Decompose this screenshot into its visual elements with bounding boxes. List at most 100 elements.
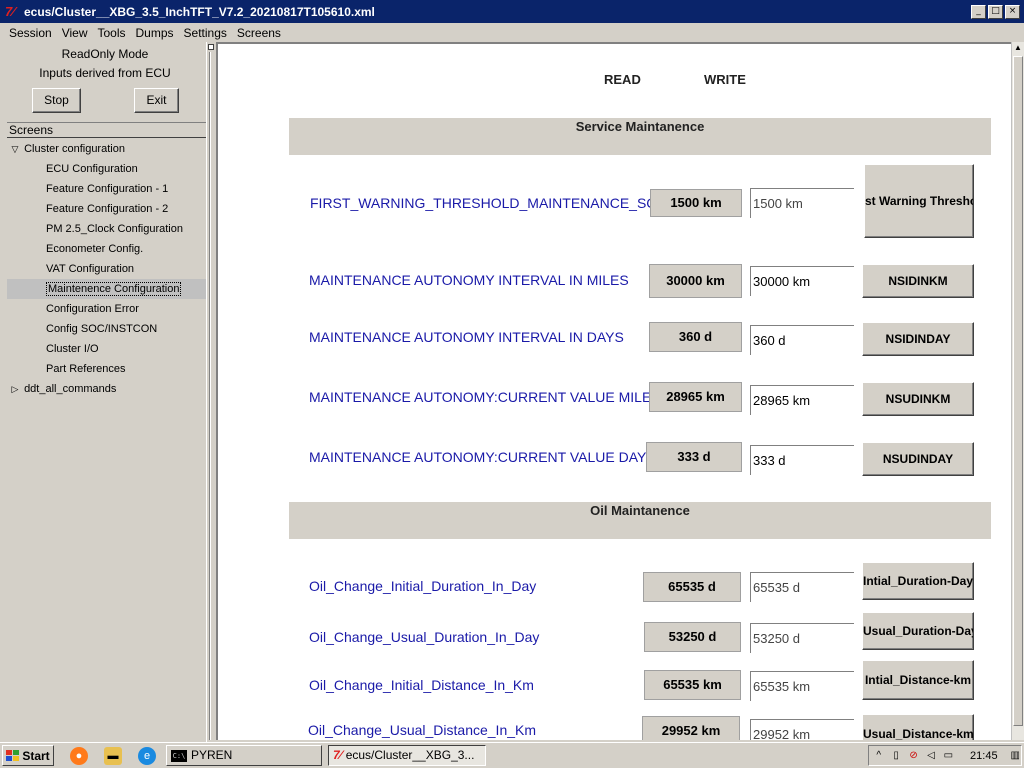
write-button[interactable]: Usual_Distance-km — [862, 714, 974, 740]
tree-item-config-soc-instcon[interactable]: Config SOC/INSTCON — [46, 319, 157, 339]
read-value: 28965 km — [649, 382, 742, 412]
tree-item-clock-configuration[interactable]: PM 2.5_Clock Configuration — [46, 219, 183, 239]
network-disconnected-icon[interactable]: ⊘ — [908, 749, 919, 763]
window-title: ecus/Cluster__XBG_3.5_InchTFT_V7.2_20210… — [24, 4, 375, 19]
tree-item-econometer-config[interactable]: Econometer Config. — [46, 239, 143, 259]
param-label: MAINTENANCE AUTONOMY:CURRENT VALUE MILES — [309, 389, 649, 405]
write-button[interactable]: Usual_Duration-Day — [862, 612, 974, 650]
menu-dumps[interactable]: Dumps — [131, 26, 179, 40]
menu-bar: Session View Tools Dumps Settings Screen… — [0, 23, 1024, 42]
read-value: 360 d — [649, 322, 742, 352]
inputs-source-label: Inputs derived from ECU — [39, 66, 171, 80]
write-input[interactable]: 65535 km — [750, 671, 854, 701]
minimize-button[interactable]: _ — [971, 4, 986, 19]
firefox-icon[interactable]: ● — [70, 747, 88, 765]
safely-remove-hardware-icon[interactable]: ▯ — [890, 749, 901, 763]
service-maintanence-section: Service Maintanence — [289, 118, 991, 155]
write-input[interactable]: 333 d — [750, 445, 854, 475]
maximize-button[interactable]: □ — [988, 4, 1003, 19]
write-input[interactable]: 30000 km — [750, 266, 854, 296]
section-title: Service Maintanence — [575, 119, 705, 134]
write-button[interactable]: NSIDINKM — [862, 264, 974, 298]
menu-tools[interactable]: Tools — [93, 26, 131, 40]
param-label: FIRST_WARNING_THRESHOLD_MAINTENANCE_SCHE… — [310, 195, 650, 211]
menu-view[interactable]: View — [57, 26, 93, 40]
file-explorer-icon[interactable]: ▬ — [104, 747, 122, 765]
tree-item-maintenence-configuration[interactable]: Maintenence Configuration — [7, 279, 206, 299]
panel-splitter[interactable] — [206, 42, 216, 742]
scroll-thumb[interactable] — [1013, 56, 1023, 726]
write-input[interactable]: 28965 km — [750, 385, 854, 415]
show-desktop-icon[interactable]: ▥ — [1010, 749, 1021, 763]
menu-session[interactable]: Session — [4, 26, 57, 40]
power-icon[interactable]: ▭ — [943, 749, 954, 763]
read-value: 30000 km — [649, 264, 742, 298]
volume-muted-icon[interactable]: ◁ — [925, 749, 936, 763]
param-label: Oil_Change_Initial_Duration_In_Day — [309, 578, 537, 594]
write-input[interactable]: 29952 km — [750, 719, 854, 740]
write-input[interactable]: 53250 d — [750, 623, 854, 653]
exit-button[interactable]: Exit — [134, 88, 179, 113]
read-value: 29952 km — [642, 716, 740, 740]
tree-item-ecu-configuration[interactable]: ECU Configuration — [46, 159, 138, 179]
tree-item-configuration-error[interactable]: Configuration Error — [46, 299, 139, 319]
read-value: 53250 d — [644, 622, 741, 652]
write-button[interactable]: NSIDINDAY — [862, 322, 974, 356]
clock[interactable]: 21:45 — [970, 750, 998, 762]
tree-item-part-references[interactable]: Part References — [46, 359, 125, 379]
collapse-toggle-icon[interactable]: ▷ — [9, 379, 21, 399]
task-pyren[interactable]: C:\ PYREN — [166, 745, 322, 766]
taskbar: Start ● ▬ e C:\ PYREN 7⁄ ecus/Cluster__X… — [0, 742, 1024, 768]
tree-item-ddt-all-commands[interactable]: ▷ ddt_all_commands — [9, 379, 117, 399]
param-label: Oil_Change_Usual_Duration_In_Day — [309, 629, 540, 645]
cmd-icon: C:\ — [171, 749, 187, 762]
write-input[interactable]: 65535 d — [750, 572, 854, 602]
param-label: MAINTENANCE AUTONOMY INTERVAL IN MILES — [309, 272, 629, 288]
tk-feather-icon: 7⁄ — [333, 748, 342, 762]
expand-toggle-icon[interactable]: ▽ — [9, 139, 21, 159]
write-button[interactable]: NSUDINKM — [862, 382, 974, 416]
read-header: READ — [604, 72, 641, 87]
title-bar: 7⁄ ecus/Cluster__XBG_3.5_InchTFT_V7.2_20… — [0, 0, 1024, 23]
stop-button[interactable]: Stop — [32, 88, 81, 113]
read-value: 1500 km — [650, 189, 742, 217]
left-panel: ReadOnly Mode Inputs derived from ECU St… — [0, 42, 216, 742]
show-hidden-icons-icon[interactable]: ^ — [873, 749, 884, 763]
param-label: MAINTENANCE AUTONOMY:CURRENT VALUE DAYS — [309, 449, 649, 465]
param-label: MAINTENANCE AUTONOMY INTERVAL IN DAYS — [309, 329, 624, 345]
section-title: Oil Maintanence — [590, 503, 690, 518]
write-button[interactable]: Intial_Distance-km — [862, 660, 974, 700]
write-input[interactable]: 1500 km — [750, 188, 854, 218]
read-value: 333 d — [646, 442, 742, 472]
read-value: 65535 d — [643, 572, 741, 602]
menu-screens[interactable]: Screens — [232, 26, 286, 40]
mode-label: ReadOnly Mode — [61, 47, 149, 61]
start-button[interactable]: Start — [2, 745, 54, 766]
screens-header: Screens — [7, 122, 206, 138]
param-label: Oil_Change_Initial_Distance_In_Km — [309, 677, 534, 693]
edge-icon[interactable]: e — [138, 747, 156, 765]
tree-item-feature-configuration-1[interactable]: Feature Configuration - 1 — [46, 179, 168, 199]
tree-item-feature-configuration-2[interactable]: Feature Configuration - 2 — [46, 199, 168, 219]
param-label: Oil_Change_Usual_Distance_In_Km — [308, 722, 537, 738]
windows-flag-icon — [6, 750, 20, 761]
tree-item-vat-configuration[interactable]: VAT Configuration — [46, 259, 134, 279]
scroll-up-icon[interactable]: ▲ — [1012, 42, 1024, 54]
close-button[interactable]: × — [1005, 4, 1020, 19]
tree-item-cluster-configuration[interactable]: ▽ Cluster configuration — [9, 139, 125, 159]
oil-maintanence-section: Oil Maintanence — [289, 502, 991, 539]
main-content: READ WRITE Service Maintanence FIRST_WAR… — [216, 42, 1011, 740]
system-tray: ^ ▯ ⊘ ◁ ▭ 21:45 ▥ — [868, 745, 1022, 766]
tree-item-cluster-io[interactable]: Cluster I/O — [46, 339, 99, 359]
write-button[interactable]: Intial_Duration-Day — [862, 562, 974, 600]
menu-settings[interactable]: Settings — [179, 26, 232, 40]
write-input[interactable]: 360 d — [750, 325, 854, 355]
splitter-grip[interactable] — [208, 44, 214, 50]
write-button[interactable]: NSUDINDAY — [862, 442, 974, 476]
write-button[interactable]: st Warning Thresho — [864, 164, 974, 238]
screens-tree: ▽ Cluster configuration ECU Configuratio… — [7, 139, 206, 742]
read-value: 65535 km — [644, 670, 741, 700]
task-ecus-cluster[interactable]: 7⁄ ecus/Cluster__XBG_3... — [328, 745, 486, 766]
tk-feather-icon: 7⁄ — [5, 3, 15, 19]
vertical-scrollbar[interactable]: ▲ — [1011, 42, 1024, 740]
